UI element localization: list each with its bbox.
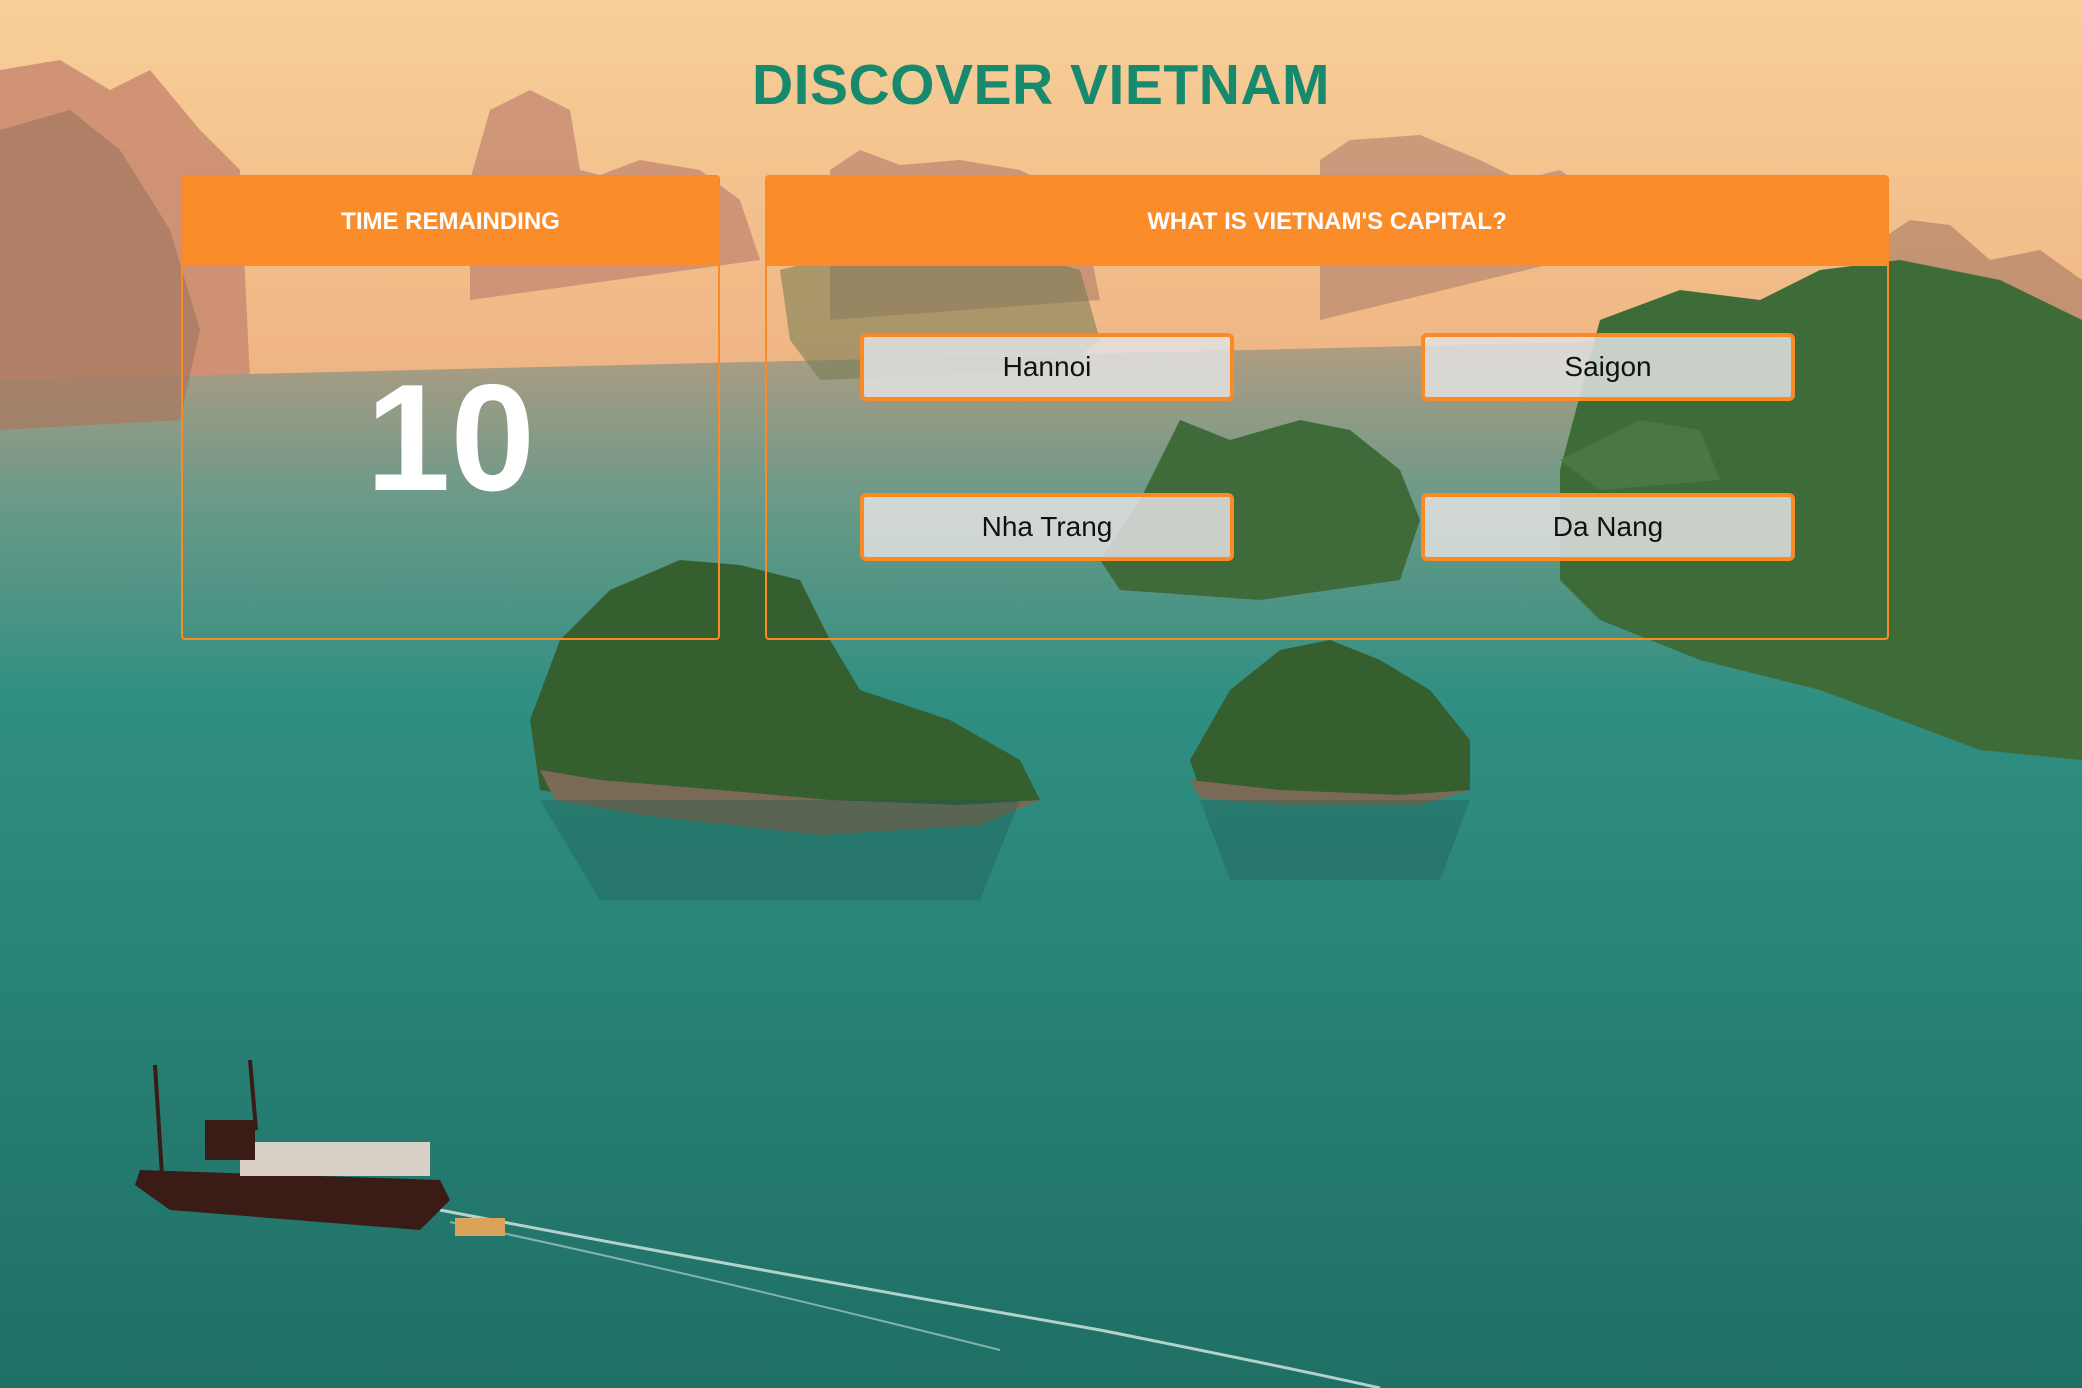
page-title: DISCOVER VIETNAM <box>751 53 1331 117</box>
timer-header: TIME REMAINDING <box>183 177 718 266</box>
answer-button-saigon[interactable]: Saigon <box>1421 333 1795 401</box>
answer-button-da-nang[interactable]: Da Nang <box>1421 493 1795 561</box>
question-panel: WHAT IS VIETNAM'S CAPITAL? Hannoi Saigon… <box>765 175 1889 640</box>
question-header: WHAT IS VIETNAM'S CAPITAL? <box>767 177 1887 266</box>
answer-button-hannoi[interactable]: Hannoi <box>860 333 1234 401</box>
timer-panel: TIME REMAINDING 10 <box>181 175 720 640</box>
timer-value: 10 <box>365 353 536 523</box>
answer-button-nha-trang[interactable]: Nha Trang <box>860 493 1234 561</box>
